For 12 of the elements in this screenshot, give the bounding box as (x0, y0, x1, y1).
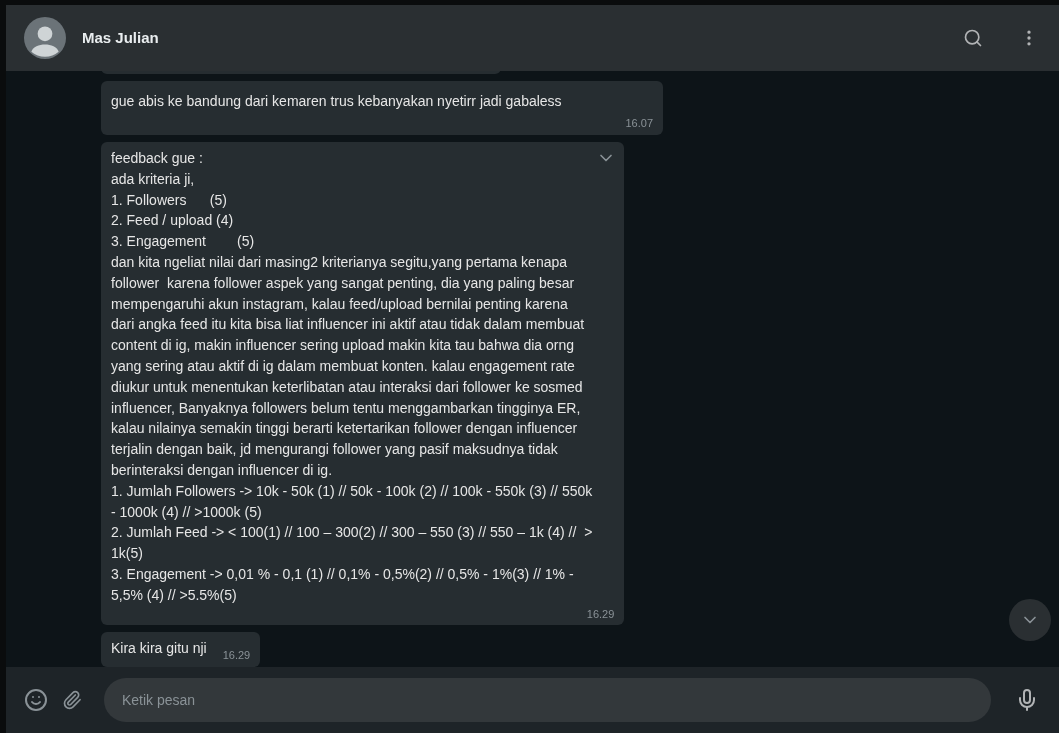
emoji-icon[interactable] (24, 688, 48, 712)
search-icon[interactable] (963, 28, 983, 48)
avatar-icon[interactable] (24, 17, 66, 59)
message-text: gue abis ke bandung dari kemaren trus kebanyakan nyetirr jadi gabaless (111, 92, 563, 112)
message-time: 16.29 (586, 606, 615, 622)
message-time: 16.07 (625, 116, 653, 132)
message-text: feedback gue : ada kriteria ji, 1. Followers (5) 2. Feed / upload (4) 3. Engagement (5) dan kita ngeliat nilai dari masing2 kriterianya segitu,yang pertama kenapa follower karena follower aspek yang sangat penting, dia yang paling besar mempengaruhi akun instagram, kalau feed/upload bernilai penting karena dari angka feed itu kita bisa liat influencer ini aktif atau tidak dalam membuat content di ig, makin influencer sering upload makin kita tau bahwa dia orng yang sering atau aktif di ig dalam membuat konten. kalau engagement rate diukur untuk menentukan keterlibatan atau interaksi dari follower ke sosmed influencer, Banyaknya followers belum tentu menggambarkan tingginya ER, kalau nilainya semakin tinggi berarti ketertarikan follower dengan influencer terjalin dengan baik, jd mengurangi follower yang pasif maksudnya tidak berinteraksi dengan influencer di ig. 1. Jumlah Followers -> 10k - 50k (1) // 50k - 100k (2) // 100k - 550k (3) // 550k - 1000k (4) // >1000k (5) 2. Jumlah Feed -> < 100(1) // 100 – 300(2) // 300 – 550 (3) // 550 – 1k (4) // > 1k(5) 3. Engagement -> 0,01 % - 0,1 (1) // 0,1% - 0,5%(2) // 0,5% - 1%(3) // 1% - 5,5% (4) // >5.5%(5) (111, 148, 593, 605)
message-text: Kira kira gitu nji (111, 639, 207, 658)
message-time: 16.29 (222, 647, 251, 663)
paperclip-icon[interactable] (62, 690, 82, 710)
contact-name[interactable]: Mas Julian (82, 26, 947, 50)
message-input[interactable]: Ketik pesan (104, 678, 991, 722)
